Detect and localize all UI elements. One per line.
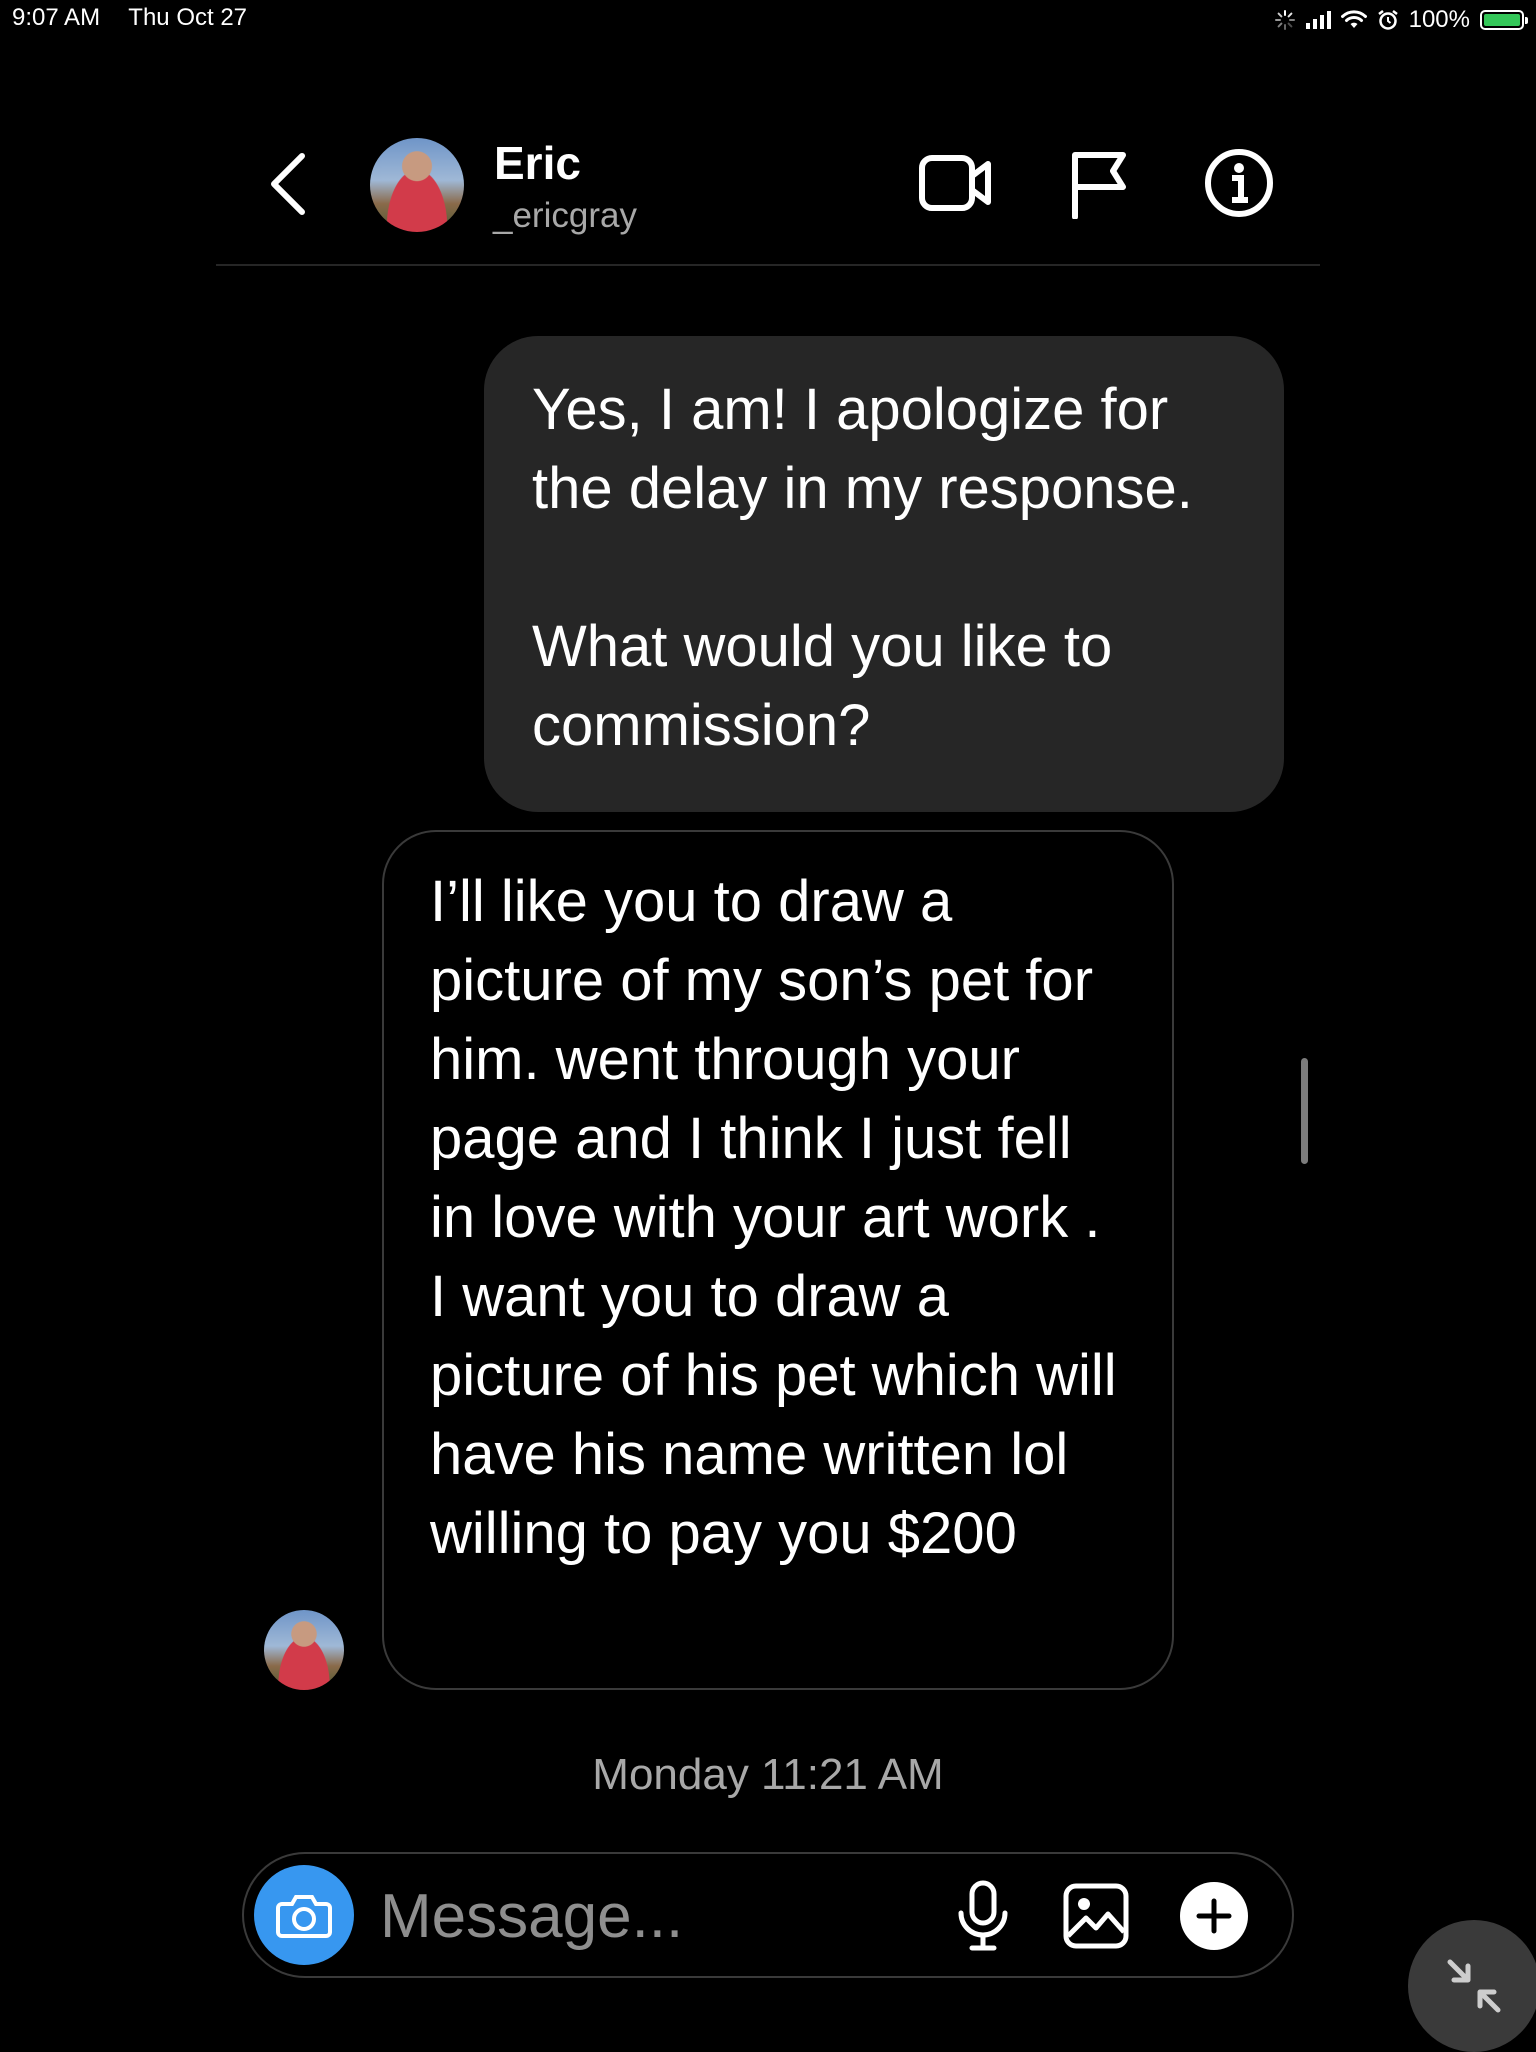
message-text: I’ll like you to draw a picture of my so… [430, 869, 1117, 1566]
battery-icon [1480, 10, 1528, 30]
message-timestamp: Monday 11:21 AM [592, 1750, 944, 1799]
battery-percent: 100% [1408, 6, 1470, 33]
voice-message-button[interactable] [950, 1876, 1016, 1956]
image-icon [1063, 1883, 1129, 1949]
message-paragraph: Yes, I am! I apologize for the delay in … [532, 377, 1193, 521]
add-button[interactable] [1180, 1882, 1248, 1950]
gallery-button[interactable] [1060, 1880, 1132, 1952]
alarm-icon [1377, 10, 1398, 30]
flag-icon [1072, 152, 1126, 219]
scroll-indicator[interactable] [1301, 1058, 1308, 1164]
status-time: 9:07 AM [12, 4, 101, 31]
report-button[interactable] [1066, 148, 1132, 220]
info-icon [1205, 149, 1273, 217]
status-bar-left: 9:07 AM Thu Oct 27 [12, 4, 269, 32]
camera-button[interactable] [254, 1865, 354, 1965]
activity-spinner-icon [1274, 10, 1295, 30]
camera-icon [276, 1895, 332, 1938]
cellular-signal-icon [1305, 11, 1331, 29]
back-button[interactable] [258, 148, 318, 220]
contact-name[interactable]: Eric [494, 136, 581, 190]
info-button[interactable] [1202, 146, 1276, 220]
contact-avatar[interactable] [370, 138, 464, 232]
wifi-icon [1340, 10, 1367, 28]
collapse-button[interactable] [1408, 1920, 1536, 2052]
header-divider [216, 264, 1320, 266]
message-input[interactable] [380, 1878, 900, 1954]
chevron-left-icon [271, 153, 305, 215]
outgoing-message-bubble[interactable]: Yes, I am! I apologize for the delay in … [484, 336, 1284, 812]
plus-icon [1196, 1898, 1232, 1934]
microphone-icon [958, 1880, 1008, 1951]
status-bar-right: 100% [1274, 4, 1528, 36]
contact-username[interactable]: _ericgray [493, 196, 637, 236]
incoming-message-bubble[interactable]: I’ll like you to draw a picture of my so… [382, 830, 1174, 1690]
message-paragraph: What would you like to commission? [532, 614, 1113, 758]
status-date: Thu Oct 27 [128, 4, 248, 31]
video-call-button[interactable] [914, 150, 996, 216]
collapse-arrows-icon [1447, 1959, 1501, 2013]
video-camera-icon [919, 155, 991, 211]
sender-avatar[interactable] [264, 1610, 344, 1690]
message-spacer [532, 528, 1240, 607]
